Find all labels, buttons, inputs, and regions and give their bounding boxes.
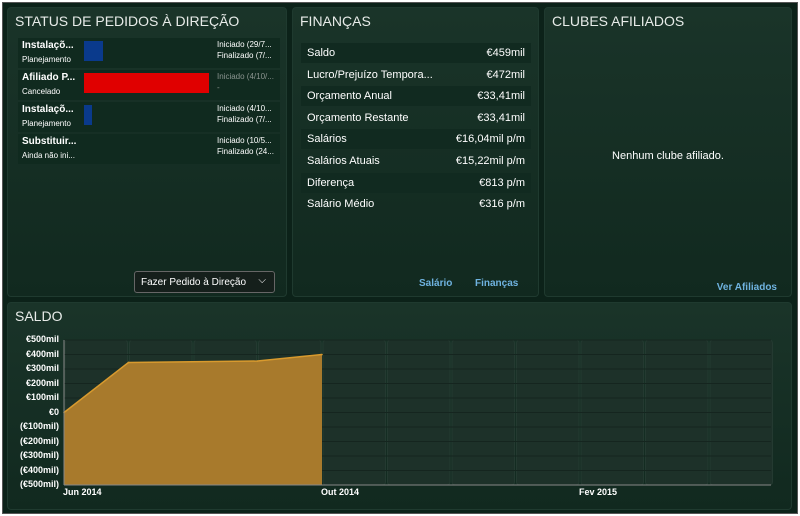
data-point <box>256 360 259 362</box>
y-tick-label: €0 <box>48 406 59 417</box>
y-tick-label: (€200mil) <box>19 435 59 446</box>
balance-chart <box>63 339 773 486</box>
y-tick-label: €300mil <box>25 363 59 373</box>
x-tick-label: Fev 2015 <box>579 487 618 497</box>
data-point <box>321 353 323 356</box>
y-tick-label: (€300mil) <box>19 450 59 460</box>
x-tick-label: Jun 2014 <box>63 487 102 497</box>
y-tick-label: (€100mil) <box>19 421 59 431</box>
y-tick-label: €500mil <box>25 334 59 344</box>
y-tick-label: €200mil <box>25 377 59 388</box>
y-tick-label: €100mil <box>25 392 59 402</box>
y-tick-label: €400mil <box>25 348 59 359</box>
x-tick-label: Out 2014 <box>321 487 360 497</box>
data-point <box>127 361 130 364</box>
window: STATUS DE PEDIDOS À DIREÇÃO Instalaçõ...… <box>2 2 798 514</box>
y-tick-label: (€500mil) <box>19 479 59 489</box>
y-tick-label: (€400mil) <box>19 464 59 475</box>
